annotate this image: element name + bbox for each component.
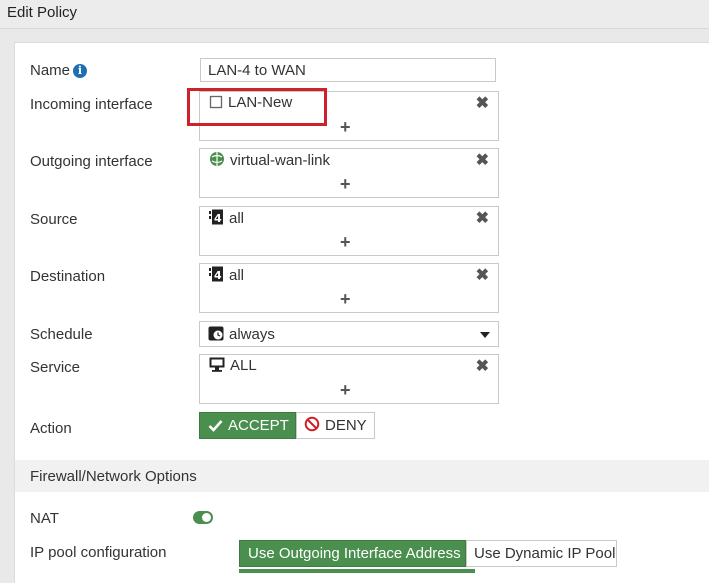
outgoing-interface-label: Outgoing interface	[30, 153, 153, 170]
outgoing-interface-entry-text: virtual-wan-link	[230, 152, 331, 169]
ipv4-address-icon: 4	[209, 266, 223, 282]
remove-destination-icon[interactable]: ✖	[476, 265, 489, 285]
nat-label: NAT	[30, 510, 59, 527]
action-label: Action	[30, 420, 72, 437]
page-title: Edit Policy	[7, 4, 78, 21]
remove-incoming-icon[interactable]: ✖	[476, 93, 489, 113]
outgoing-interface-entry[interactable]: virtual-wan-link	[209, 151, 330, 169]
section-title: Firewall/Network Options	[30, 468, 197, 485]
schedule-select[interactable]: always	[199, 321, 499, 347]
source-label: Source	[30, 211, 78, 228]
accept-button[interactable]: ACCEPT	[199, 412, 296, 439]
toggle-knob	[202, 513, 211, 522]
highlight-box	[187, 88, 327, 126]
use-dynamic-ip-pool-button[interactable]: Use Dynamic IP Pool	[466, 540, 617, 567]
service-monitor-icon	[209, 357, 225, 372]
deny-icon	[304, 416, 320, 432]
schedule-clock-icon	[208, 326, 224, 341]
add-outgoing-button[interactable]: +	[340, 174, 351, 195]
add-source-button[interactable]: +	[340, 232, 351, 253]
destination-entry[interactable]: 4 all	[209, 266, 244, 284]
svg-text:4: 4	[214, 212, 222, 225]
remove-outgoing-icon[interactable]: ✖	[476, 150, 489, 170]
remove-service-icon[interactable]: ✖	[476, 356, 489, 376]
checkmark-icon	[208, 420, 223, 432]
ipv4-address-icon: 4	[209, 209, 223, 225]
chevron-down-icon[interactable]	[480, 332, 490, 338]
service-field[interactable]: ALL ✖ +	[199, 354, 499, 404]
name-input[interactable]	[200, 58, 496, 82]
svg-text:4: 4	[214, 269, 222, 282]
add-destination-button[interactable]: +	[340, 289, 351, 310]
source-entry-text: all	[229, 210, 245, 227]
info-icon[interactable]: i	[73, 64, 88, 78]
use-outgoing-interface-address-button[interactable]: Use Outgoing Interface Address	[239, 540, 466, 567]
ip-pool-label: IP pool configuration	[30, 544, 167, 561]
add-service-button[interactable]: +	[340, 380, 351, 401]
remove-source-icon[interactable]: ✖	[476, 208, 489, 228]
incoming-interface-label: Incoming interface	[30, 96, 153, 113]
name-label-text: Name	[30, 62, 71, 79]
schedule-value-text: always	[229, 326, 275, 343]
service-entry-text: ALL	[230, 357, 257, 374]
sd-wan-globe-icon	[210, 152, 224, 166]
firewall-options-section: Firewall/Network Options	[15, 460, 709, 492]
outgoing-interface-field[interactable]: virtual-wan-link ✖ +	[199, 148, 499, 198]
destination-field[interactable]: 4 all ✖ +	[199, 263, 499, 313]
title-bar: Edit Policy	[0, 0, 709, 29]
schedule-value: always	[208, 326, 275, 343]
nat-toggle[interactable]	[193, 511, 213, 524]
name-label: Name i	[30, 62, 88, 79]
source-entry[interactable]: 4 all	[209, 209, 244, 227]
partial-green-control	[239, 569, 475, 573]
destination-entry-text: all	[229, 267, 245, 284]
destination-label: Destination	[30, 268, 106, 285]
service-entry[interactable]: ALL	[209, 357, 257, 374]
schedule-label: Schedule	[30, 326, 93, 343]
add-incoming-button[interactable]: +	[340, 117, 351, 138]
service-label: Service	[30, 359, 81, 376]
deny-button-label: DENY	[325, 417, 367, 434]
deny-button[interactable]: DENY	[296, 412, 375, 439]
accept-button-label: ACCEPT	[228, 417, 289, 434]
source-field[interactable]: 4 all ✖ +	[199, 206, 499, 256]
